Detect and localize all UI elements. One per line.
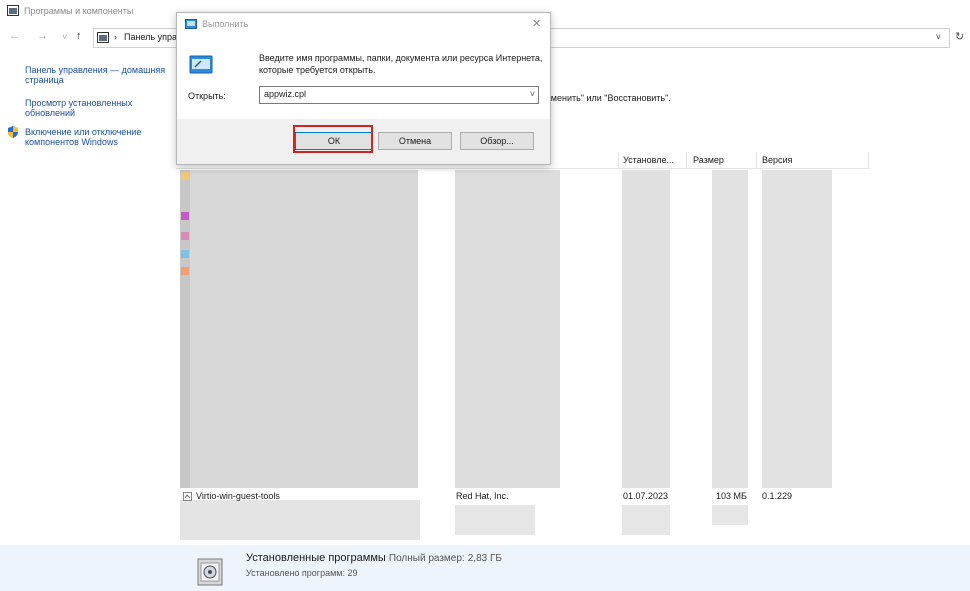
back-arrow-icon[interactable]: ←: [9, 30, 20, 42]
run-dialog: Выполнить ✕ Введите имя программы, папки…: [176, 12, 551, 165]
control-panel-icon: [97, 32, 109, 43]
installed-programs-icon: [197, 558, 223, 586]
sidebar-item-windows-features[interactable]: Включение или отключение компонентов Win…: [25, 127, 170, 147]
footer-summary: Установленные программы Полный размер: 2…: [246, 552, 502, 564]
ok-button-highlight: [293, 125, 373, 153]
open-input[interactable]: appwiz.cpl: [264, 89, 306, 99]
program-size: 103 МБ: [716, 491, 747, 501]
run-dialog-title: Выполнить: [202, 19, 249, 29]
close-icon[interactable]: ✕: [532, 17, 541, 30]
instruction-text: "Изменить" или "Восстановить".: [537, 93, 671, 103]
column-header-size[interactable]: Размер: [693, 155, 724, 165]
recent-locations-icon[interactable]: ˅: [62, 32, 67, 42]
run-dialog-titlebar: Выполнить ✕: [177, 13, 550, 35]
open-combobox[interactable]: appwiz.cpl ˅: [259, 86, 539, 104]
sidebar-item-control-panel-home[interactable]: Панель управления — домашняя страница: [25, 65, 170, 85]
browse-button[interactable]: Обзор...: [460, 132, 534, 150]
run-icon: [189, 55, 213, 74]
run-icon: [185, 19, 197, 29]
window-title: Программы и компоненты: [24, 6, 134, 16]
status-footer: Установленные программы Полный размер: 2…: [0, 545, 970, 591]
breadcrumb-separator: ›: [114, 32, 117, 42]
shield-icon: [8, 126, 18, 138]
up-arrow-icon[interactable]: ↑: [76, 30, 82, 42]
chevron-down-icon[interactable]: ˅: [530, 89, 535, 99]
cancel-button[interactable]: Отмена: [378, 132, 452, 150]
program-name: Virtio-win-guest-tools: [196, 491, 280, 501]
open-label: Открыть:: [188, 91, 226, 101]
program-version: 0.1.229: [762, 491, 793, 501]
forward-arrow-icon[interactable]: →: [37, 30, 48, 42]
footer-size-value: 2,83 ГБ: [467, 553, 502, 564]
column-header-installed[interactable]: Установле...: [623, 155, 674, 165]
footer-program-count: Установлено программ: 29: [246, 568, 358, 578]
program-icon: [183, 492, 192, 501]
program-installed-date: 01.07.2023: [623, 491, 669, 501]
footer-size-label: Полный размер:: [388, 553, 465, 564]
refresh-icon[interactable]: ↻: [955, 30, 964, 43]
control-panel-icon: [7, 5, 19, 16]
sidebar-item-installed-updates[interactable]: Просмотр установленных обновлений: [25, 98, 170, 118]
footer-title: Установленные программы: [246, 552, 386, 564]
chevron-down-icon[interactable]: ˅: [936, 32, 941, 42]
run-dialog-description: Введите имя программы, папки, документа …: [259, 53, 543, 75]
program-publisher: Red Hat, Inc.: [456, 491, 509, 501]
column-header-version[interactable]: Версия: [762, 155, 792, 165]
